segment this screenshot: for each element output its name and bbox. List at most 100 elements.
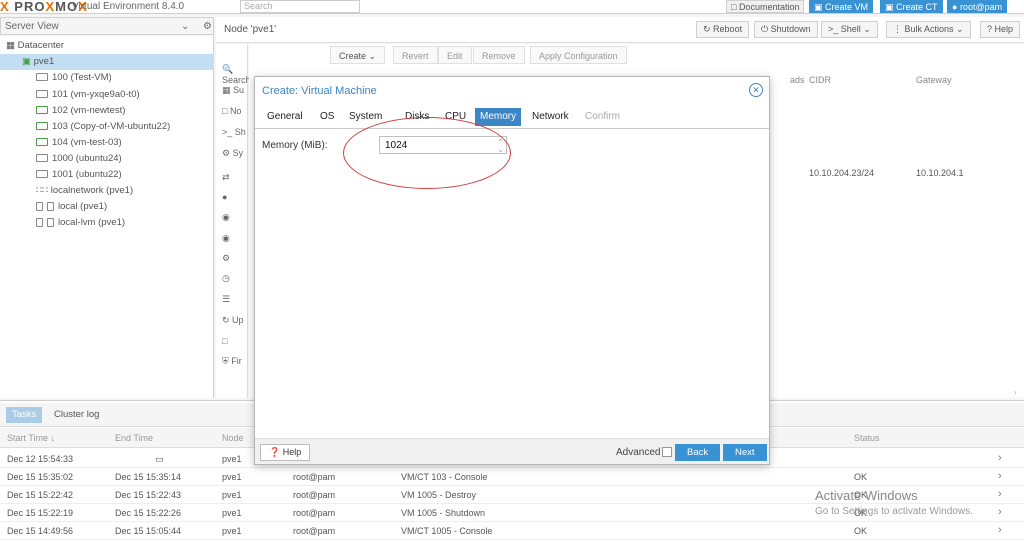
tab-cluster-log[interactable]: Cluster log (48, 407, 105, 423)
back-button[interactable]: Back (675, 444, 721, 461)
side-item-updates[interactable]: ↻ Up (222, 315, 244, 326)
tree-item-vm-103[interactable]: 103 (Copy-of-VM-ubuntu22) (0, 119, 214, 135)
tree-item-vm-101[interactable]: 101 (vm-yxqe9a0-t0) (0, 87, 214, 103)
activate-windows-title: Activate Windows (815, 488, 918, 503)
table-row[interactable]: Dec 15 14:49:56 Dec 15 15:05:44 pve1 roo… (0, 522, 1024, 540)
chevron-down-icon[interactable]: ⌄ (181, 21, 189, 32)
column-header-cidr[interactable]: CIDR (809, 71, 831, 89)
column-header-status[interactable]: Status (854, 433, 880, 443)
datacenter-icon: ▦ (6, 40, 18, 51)
documentation-button[interactable]: □ Documentation (726, 0, 805, 13)
tab-general[interactable]: General (262, 108, 308, 126)
next-button[interactable]: Next (723, 444, 767, 461)
revert-button[interactable]: Revert (393, 46, 438, 64)
template-icon (36, 170, 48, 179)
vm-icon (36, 90, 48, 99)
tree-item-pve1[interactable]: ▣ pve1 (0, 54, 214, 70)
table-row[interactable]: Dec 15 15:35:02 Dec 15 15:35:14 pve1 roo… (0, 468, 1024, 486)
create-ct-button[interactable]: ▣ Create CT (880, 0, 943, 13)
column-header-gateway[interactable]: Gateway (916, 71, 952, 89)
advanced-checkbox[interactable] (662, 447, 672, 457)
search-input[interactable]: Search (240, 0, 360, 13)
annotation-ellipse (343, 117, 511, 189)
dialog-header: Create: Virtual Machine ✕ (255, 77, 769, 103)
network-icon: ∷∷ (36, 185, 51, 196)
close-icon[interactable]: ✕ (749, 83, 763, 97)
tab-confirm: Confirm (585, 111, 621, 122)
column-header-start-time[interactable]: Start Time ↓ (7, 433, 55, 443)
scroll-right-arrow[interactable]: › (1014, 388, 1017, 397)
side-item-shell[interactable]: >_ Sh (222, 127, 246, 137)
column-header-end-time[interactable]: End Time (115, 433, 153, 443)
tree-item-local-storage[interactable]: local (pve1) (0, 199, 214, 215)
side-item-hosts[interactable]: ◉ (222, 233, 230, 244)
side-item-options[interactable]: ⚙ (222, 253, 230, 264)
chevron-right-icon[interactable]: › (998, 506, 1002, 518)
edit-button[interactable]: Edit (438, 46, 472, 64)
side-item-network[interactable]: ⇄ (222, 172, 230, 183)
dialog-footer: ❓ Help Advanced Back Next (255, 438, 769, 464)
tree-item-localnetwork[interactable]: ∷∷ localnetwork (pve1) (0, 183, 214, 199)
side-item-syslog[interactable]: ☰ (222, 294, 230, 305)
side-item-dns[interactable]: ◉ (222, 212, 230, 223)
monitor-icon: ▭ (155, 454, 164, 464)
tree-item-datacenter[interactable]: ▦ Datacenter (0, 38, 214, 54)
side-item-certificates[interactable]: ● (222, 192, 227, 202)
resource-tree: ▦ Datacenter ▣ pve1 100 (Test-VM) 101 (v… (0, 36, 214, 398)
node-side-menu: 🔍 Search ▦ Su □ No >_ Sh ⚙ Sy ⇄ ● ◉ ◉ ⚙ … (216, 44, 251, 398)
dialog-title: Create: Virtual Machine (262, 85, 377, 97)
product-version: Virtual Environment 8.4.0 (72, 1, 185, 12)
gear-icon[interactable]: ⚙ (203, 21, 212, 32)
side-item-notes[interactable]: □ No (222, 106, 241, 116)
tab-memory[interactable]: Memory (475, 108, 522, 126)
tree-item-vm-104[interactable]: 104 (vm-test-03) (0, 135, 214, 151)
tab-network[interactable]: Network (527, 108, 574, 126)
side-item-system[interactable]: ⚙ Sy (222, 148, 243, 159)
chevron-right-icon[interactable]: › (998, 524, 1002, 536)
storage-icon (36, 217, 43, 227)
node-header: Node 'pve1' ↻ Reboot ⏻ Shutdown >_ Shell… (216, 17, 1024, 43)
side-item-summary[interactable]: ▦ Su (222, 85, 244, 96)
create-vm-button[interactable]: ▣ Create VM (809, 0, 874, 13)
storage-icon (47, 217, 54, 227)
tree-item-vm-100[interactable]: 100 (Test-VM) (0, 70, 214, 86)
help-button[interactable]: ? Help (980, 21, 1021, 38)
server-view-selector[interactable]: Server View ⌄ ⚙ (0, 17, 214, 35)
tree-item-template-1000[interactable]: 1000 (ubuntu24) (0, 151, 214, 167)
storage-icon (36, 201, 43, 211)
cell-cidr: 10.10.204.23/24 (809, 168, 875, 178)
tab-tasks[interactable]: Tasks (6, 407, 43, 423)
template-icon (36, 154, 48, 163)
shell-button[interactable]: >_ Shell ⌄ (821, 21, 878, 38)
tree-item-template-1001[interactable]: 1001 (ubuntu22) (0, 167, 214, 183)
apply-configuration-button[interactable]: Apply Configuration (530, 46, 627, 64)
column-header-ports[interactable]: ads (790, 71, 805, 89)
remove-button[interactable]: Remove (473, 46, 525, 64)
node-title: Node 'pve1' (224, 24, 277, 35)
cell-gateway: 10.10.204.1 (916, 168, 964, 178)
user-menu-button[interactable]: ● root@pam (947, 0, 1008, 13)
node-icon: ▣ (22, 56, 34, 67)
chevron-right-icon[interactable]: › (998, 452, 1002, 464)
tab-os[interactable]: OS (315, 108, 339, 126)
chevron-right-icon[interactable]: › (998, 488, 1002, 500)
advanced-label: Advanced (616, 447, 661, 458)
bulk-actions-button[interactable]: ⋮ Bulk Actions ⌄ (886, 21, 971, 38)
activate-windows-subtitle: Go to Settings to activate Windows. (815, 506, 973, 517)
storage-icon (47, 201, 54, 211)
side-item-time[interactable]: ◷ (222, 273, 230, 284)
side-item-repositories[interactable]: □ (222, 336, 227, 346)
chevron-right-icon[interactable]: › (998, 470, 1002, 482)
shutdown-button[interactable]: ⏻ Shutdown (754, 21, 818, 38)
memory-label: Memory (MiB): (262, 140, 328, 151)
reboot-button[interactable]: ↻ Reboot (696, 21, 750, 38)
tree-item-vm-102[interactable]: 102 (vm-newtest) (0, 103, 214, 119)
vm-running-icon (36, 106, 48, 115)
tree-item-local-lvm-storage[interactable]: local-lvm (pve1) (0, 215, 214, 231)
side-item-firewall[interactable]: ⛨ Fir (222, 356, 242, 367)
dialog-help-button[interactable]: ❓ Help (260, 444, 311, 461)
top-bar: X PROXMOX Virtual Environment 8.4.0 Sear… (0, 0, 1024, 14)
side-item-search[interactable]: 🔍 Search (222, 64, 251, 85)
create-network-button[interactable]: Create ⌄ (330, 46, 386, 64)
column-header-node[interactable]: Node (222, 433, 244, 443)
